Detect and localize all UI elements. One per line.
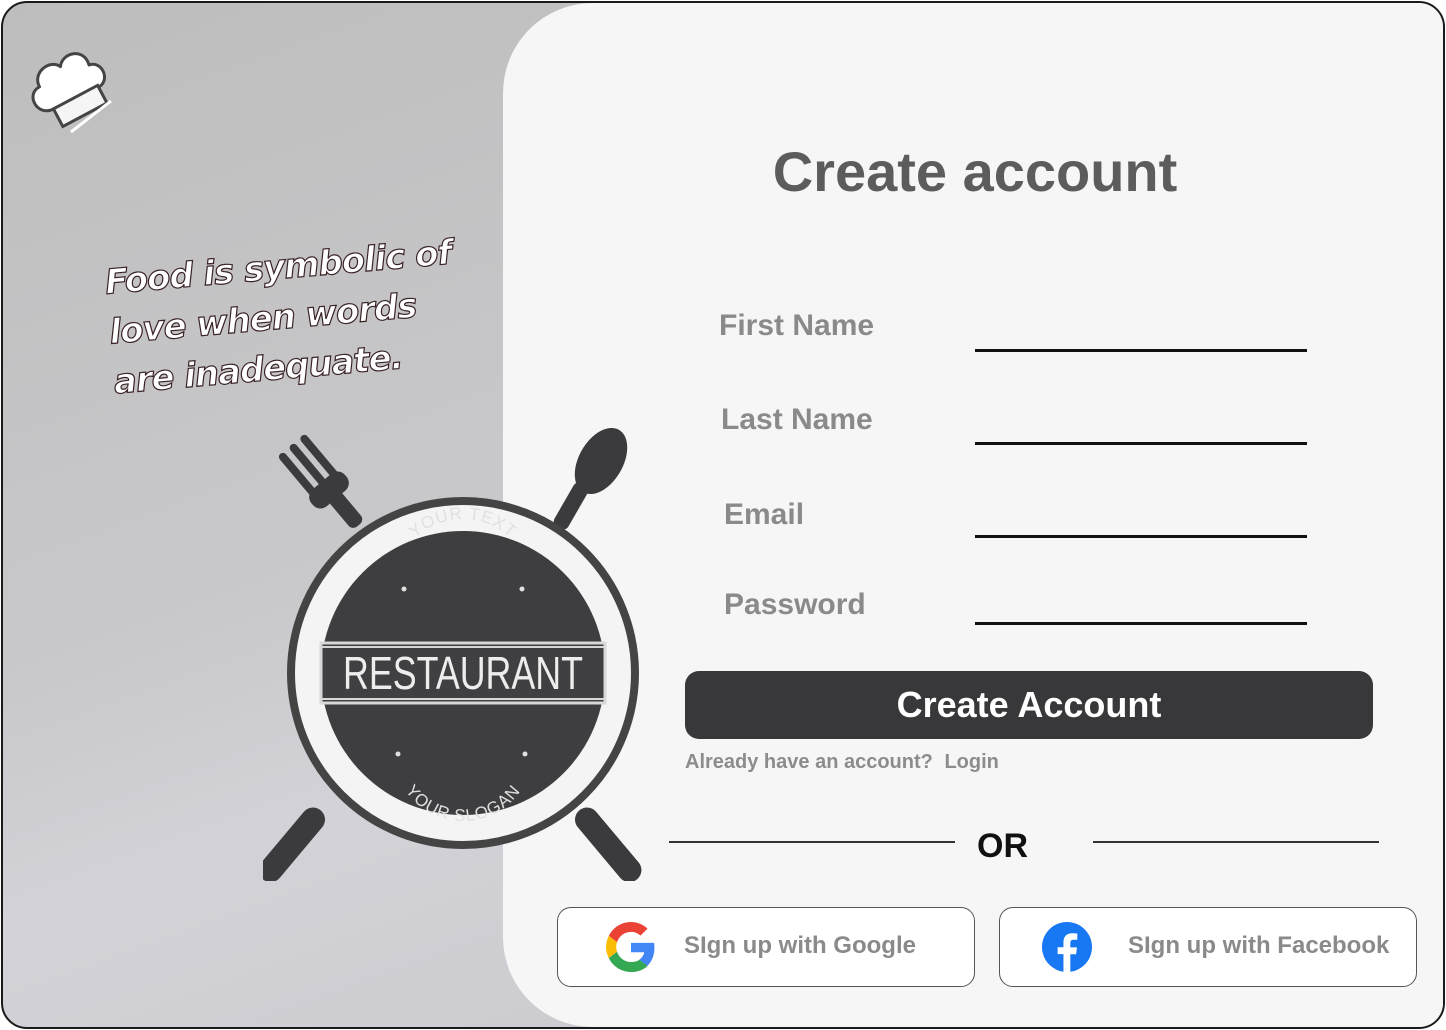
password-field[interactable] — [975, 592, 1307, 625]
app-window: Food is symbolic of love when words are … — [1, 1, 1445, 1029]
email-label: Email — [724, 498, 805, 531]
first-name-label: First Name — [719, 309, 875, 342]
google-signup-label: SIgn up with Google — [684, 932, 916, 959]
logo-name: RESTAURANT — [343, 647, 583, 699]
last-name-field[interactable] — [975, 412, 1307, 445]
restaurant-logo: RESTAURANT YOUR TEXT YOUR SLOGAN — [263, 427, 642, 881]
login-link[interactable]: Login — [944, 751, 998, 773]
google-signup-button[interactable]: SIgn up with Google — [557, 907, 975, 987]
or-divider-right — [1093, 841, 1379, 843]
facebook-signup-label: SIgn up with Facebook — [1128, 932, 1390, 959]
already-have-account: Already have an account? Login — [685, 751, 999, 774]
email-field[interactable] — [975, 505, 1307, 538]
password-label: Password — [724, 588, 866, 621]
create-account-button[interactable]: Create Account — [685, 671, 1373, 739]
or-label: OR — [977, 827, 1028, 865]
chef-hat-icon — [31, 52, 112, 134]
quote-text: Food is symbolic of love when words are … — [103, 221, 534, 407]
facebook-signup-button[interactable]: SIgn up with Facebook — [999, 907, 1417, 987]
last-name-label: Last Name — [721, 403, 873, 436]
or-divider-left — [669, 841, 955, 843]
page-title: Create account — [772, 140, 1178, 203]
google-icon — [606, 922, 655, 972]
create-account-label: Create Account — [896, 684, 1162, 725]
facebook-icon — [1042, 922, 1092, 972]
already-text: Already have an account? — [685, 751, 933, 773]
first-name-field[interactable] — [975, 319, 1307, 352]
